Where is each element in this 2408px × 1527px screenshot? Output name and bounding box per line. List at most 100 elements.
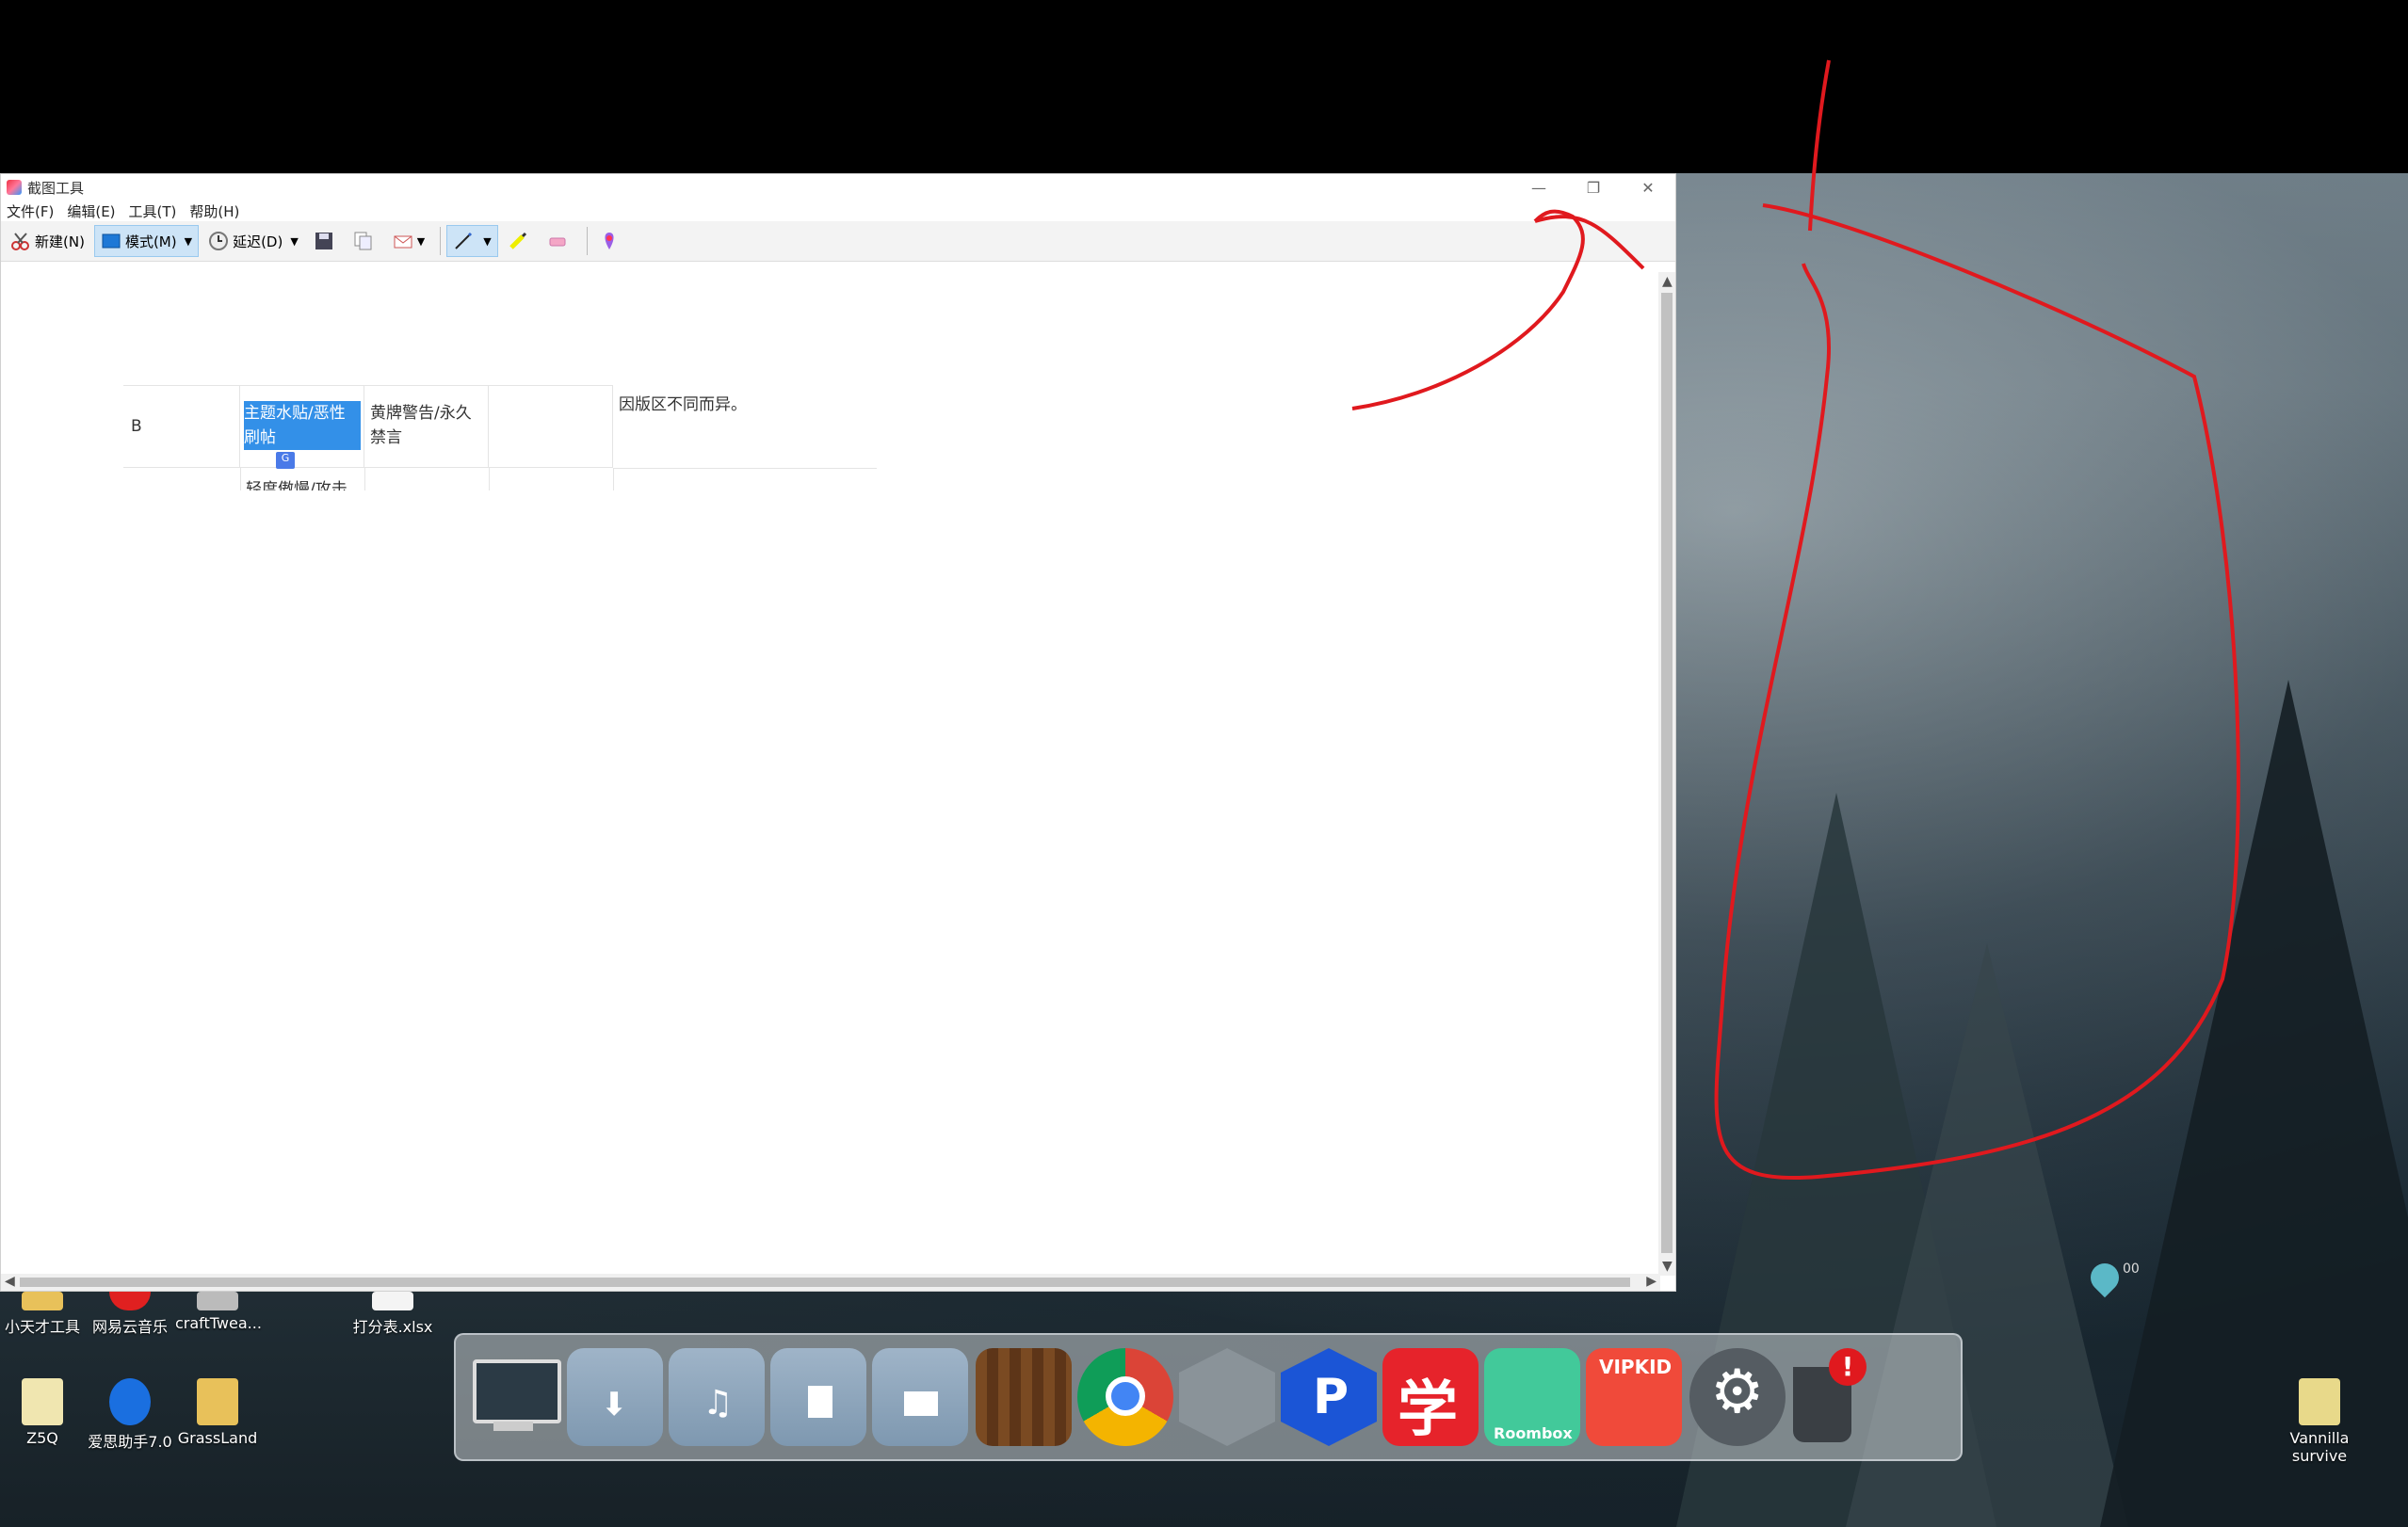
desktop-badge-text: 00 [2123,1262,2140,1277]
dock-settings-icon[interactable]: ⚙ [1689,1348,1786,1446]
menu-help[interactable]: 帮助(H) [189,201,239,221]
restore-button[interactable]: ❐ [1566,174,1621,201]
paint3d-icon [605,233,614,249]
dock-minecraft-icon[interactable] [976,1348,1072,1446]
copy-icon [354,232,372,250]
desktop-icon[interactable]: 爱思助手7.0 [88,1378,172,1452]
captured-spreadsheet: B 主题水贴/恶性刷帖 G 黄牌警告/永久禁言 因版区不同而异。 轻度傲慢/攻击 [123,385,877,490]
desktop-icon-label: 小天才工具 [4,1318,80,1336]
table-cell: 主题水贴/恶性刷帖 G [240,385,364,469]
dock-documents-folder-icon[interactable] [770,1348,866,1446]
desktop-icon-label: Z5Q [26,1429,58,1447]
scroll-right-icon[interactable]: ▶ [1646,1274,1657,1289]
file-icon [22,1378,63,1425]
new-snip-button[interactable]: 新建(N) [5,225,90,257]
desktop-icon[interactable]: 网易云音乐 [88,1292,172,1337]
cell-text: B [131,417,142,436]
dock: ⬇ ♫ P 学 Roombox VIPKID ⚙ ! [454,1333,1963,1461]
new-snip-label: 新建(N) [35,233,85,250]
mode-button[interactable]: 模式(M) ▼ [93,225,200,257]
dock-finder-monitor-icon[interactable] [465,1348,561,1446]
eraser-button[interactable] [541,225,577,257]
folder-icon [197,1378,238,1425]
dock-roombox-icon[interactable]: Roombox [1484,1348,1580,1446]
title-bar: 截图工具 — ❐ ✕ [1,174,1675,201]
scrollbar-thumb[interactable] [1661,293,1673,1253]
dock-music-folder-icon[interactable]: ♫ [669,1348,765,1446]
vertical-scrollbar[interactable]: ▲ ▼ [1658,272,1675,1276]
window-title: 截图工具 [27,179,85,197]
xue-label: 学 [1398,1375,1458,1445]
dock-moon-app-icon[interactable] [1179,1348,1275,1446]
eraser-icon [549,237,566,247]
dock-downloads-folder-icon[interactable]: ⬇ [567,1348,663,1446]
chevron-down-icon[interactable]: ▼ [417,235,425,248]
chevron-down-icon[interactable]: ▼ [483,235,491,248]
desktop-icon[interactable]: Vannilla survive [2277,1378,2362,1465]
spreadsheet-icon [372,1292,413,1310]
toolbar-divider [440,227,442,255]
dock-trash-icon[interactable]: ! [1784,1348,1867,1446]
highlighter-button[interactable] [502,225,538,257]
dock-pictures-folder-icon[interactable] [872,1348,968,1446]
save-button[interactable] [308,225,344,257]
cell-text: 黄牌警告/永久禁言 [370,404,472,447]
picture-icon [904,1391,938,1416]
table-cell: 黄牌警告/永久禁言 [364,385,489,468]
chevron-down-icon[interactable]: ▼ [185,235,192,248]
mode-label: 模式(M) [124,233,177,250]
copy-button[interactable] [347,225,383,257]
desktop-icon-label: 打分表.xlsx [352,1318,433,1336]
scroll-up-icon[interactable]: ▲ [1662,274,1673,289]
pen-button[interactable]: ▼ [446,225,498,257]
pen-icon [455,232,473,249]
desktop-icon-label: 爱思助手7.0 [88,1433,172,1451]
dock-chrome-icon[interactable] [1077,1348,1173,1446]
desktop-icon[interactable]: GrassLand [175,1378,260,1447]
menu-tools[interactable]: 工具(T) [129,201,177,221]
delay-button[interactable]: 延迟(D) ▼ [202,225,304,257]
monitor-stand [493,1422,533,1431]
download-icon: ⬇ [601,1386,628,1423]
gear-icon: ⚙ [1710,1358,1765,1427]
paint3d-button[interactable] [593,225,629,257]
desktop-icon[interactable]: 小天才工具 [0,1292,85,1337]
table-cell [123,468,241,490]
p-letter: P [1313,1369,1349,1425]
i4-assistant-icon [109,1378,151,1425]
music-note-icon: ♫ [703,1384,734,1423]
close-button[interactable]: ✕ [1621,174,1675,201]
table-cell [489,468,614,490]
minimize-button[interactable]: — [1511,174,1566,201]
desktop-icon-label: craftTwea... [175,1314,262,1332]
table-cell: B [123,385,240,468]
dock-xue-app-icon[interactable]: 学 [1382,1348,1479,1446]
table-cell [489,385,613,468]
vipkid-label: VIPKID [1599,1356,1673,1378]
scroll-left-icon[interactable]: ◀ [5,1274,15,1289]
horizontal-scrollbar[interactable]: ◀ ▶ [1,1274,1660,1291]
delay-label: 延迟(D) [233,233,283,250]
scrollbar-thumb[interactable] [20,1278,1630,1287]
send-button[interactable]: ▼ [387,225,430,257]
roombox-label: Roombox [1494,1424,1573,1442]
desktop-icon[interactable]: Z5Q [0,1378,85,1447]
table-cell: 因版区不同而异。 [613,385,877,469]
envelope-icon [394,235,412,249]
selected-cell-text: 主题水贴/恶性刷帖 [244,401,361,450]
toolbar: 新建(N) 模式(M) ▼ 延迟(D) ▼ ▼ ▼ [1,221,1675,262]
dock-vipkid-icon[interactable]: VIPKID [1586,1348,1682,1446]
netease-music-icon [109,1292,151,1310]
menu-edit[interactable]: 编辑(E) [67,201,115,221]
chevron-down-icon[interactable]: ▼ [290,235,298,248]
desktop-icon[interactable]: craftTwea... [175,1292,262,1332]
scroll-down-icon[interactable]: ▼ [1662,1259,1673,1274]
table-cell: 轻度傲慢/攻击 [240,468,365,490]
desktop-icon-label: Vannilla survive [2289,1429,2350,1465]
dock-p-app-icon[interactable]: P [1281,1348,1377,1446]
trash-badge: ! [1829,1348,1867,1386]
scissors-icon [11,233,29,250]
menu-file[interactable]: 文件(F) [7,201,54,221]
cell-text: 轻度傲慢/攻击 [246,480,347,490]
desktop-icon[interactable]: 打分表.xlsx [350,1292,435,1337]
